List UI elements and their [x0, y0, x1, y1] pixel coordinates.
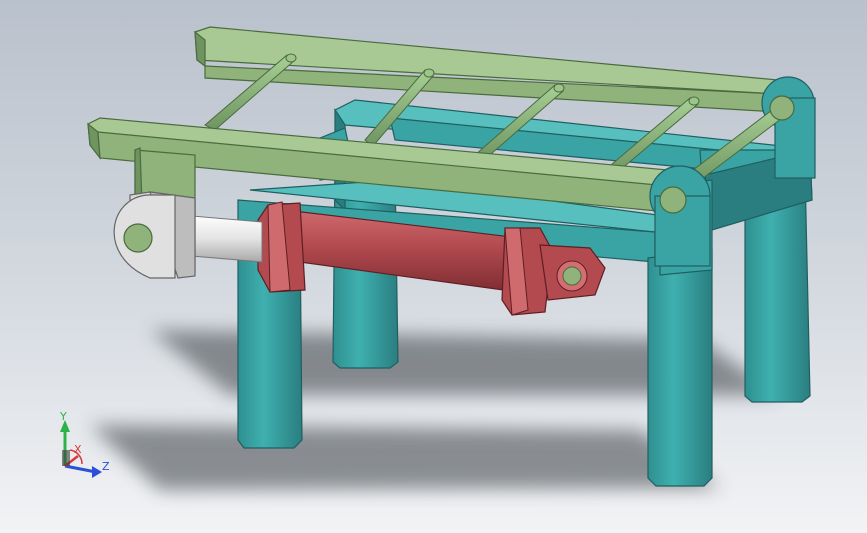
triad-y-label: Y	[59, 410, 67, 423]
triad-z-axis	[64, 464, 97, 474]
cad-viewport[interactable]: Y Z X	[0, 0, 867, 533]
triad-x-label: X	[74, 443, 82, 456]
coordinate-triad: Y Z X	[59, 410, 110, 478]
triad-z-label: Z	[102, 460, 110, 473]
model-scene[interactable]: Y Z X	[0, 0, 867, 533]
rod-end-clevis	[113, 191, 196, 279]
